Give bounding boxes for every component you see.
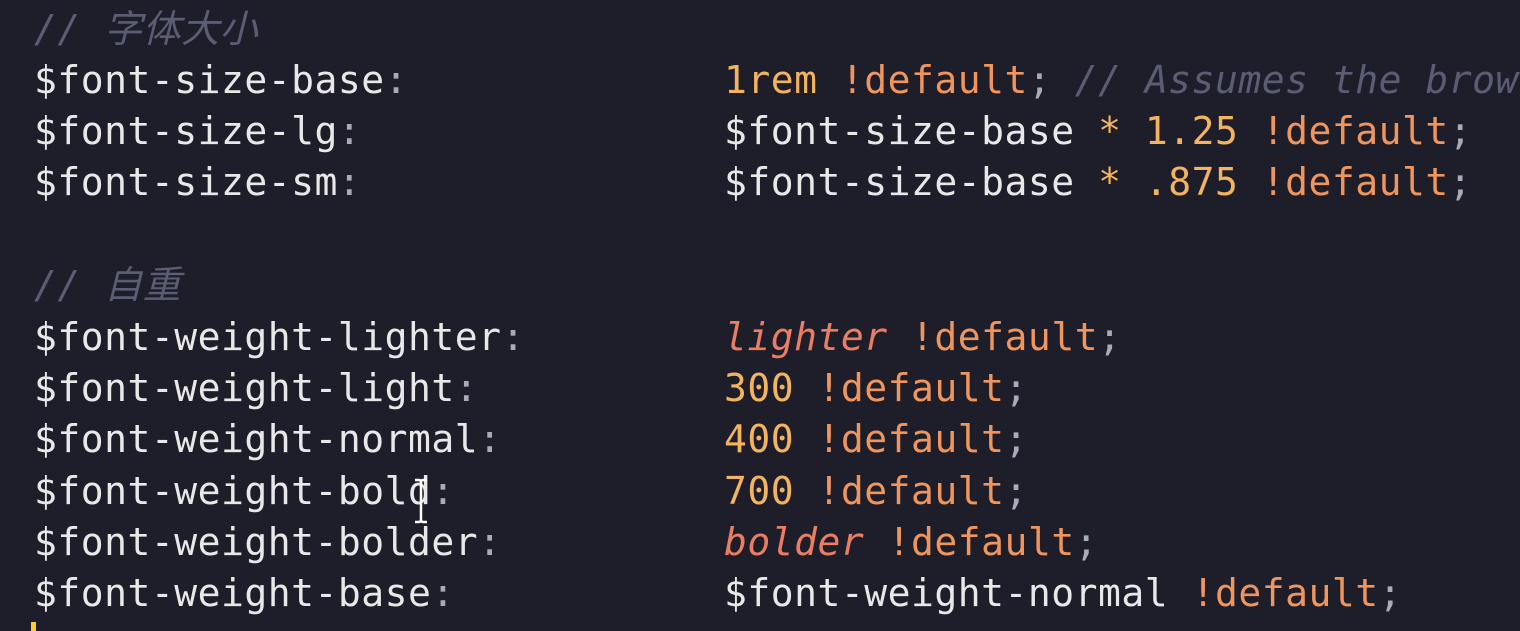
colon: : — [478, 520, 502, 564]
semicolon: ; — [1448, 109, 1473, 153]
variable-name: $font-weight-light — [34, 366, 455, 410]
number-value: 1rem — [724, 58, 818, 102]
variable-reference: $font-size-base — [724, 109, 1075, 153]
semicolon: ; — [1378, 571, 1402, 615]
colon: : — [478, 417, 502, 461]
number-value: 700 — [724, 469, 795, 513]
colon: : — [337, 160, 362, 204]
code-line-font-size-lg[interactable]: $font-size-lg: — [34, 106, 361, 157]
variable-reference: $font-weight-normal — [724, 571, 1169, 615]
code-line-font-size-base[interactable]: $font-size-base: — [34, 55, 408, 106]
keyword-value: lighter — [724, 315, 888, 359]
code-value-font-weight-base[interactable]: $font-weight-normal !default; — [724, 568, 1402, 619]
colon: : — [454, 366, 479, 410]
semicolon: ; — [1004, 366, 1028, 410]
code-editor[interactable]: // 字体大小 $font-size-base: 1rem !default; … — [0, 0, 1520, 631]
code-line-font-weight-lighter[interactable]: $font-weight-lighter: — [34, 312, 525, 363]
variable-name: $font-size-base — [34, 58, 385, 102]
code-value-font-size-sm[interactable]: $font-size-base * .875 !default; — [724, 157, 1472, 208]
code-line-font-weight-bolder[interactable]: $font-weight-bolder: — [34, 517, 502, 568]
default-flag: !default — [817, 366, 1005, 410]
colon: : — [384, 58, 409, 102]
inline-comment: // Assumes the brows — [1074, 58, 1520, 102]
default-flag: !default — [817, 469, 1005, 513]
comment-font-weight: // 自重 — [34, 263, 182, 307]
semicolon: ; — [1004, 469, 1028, 513]
code-line-font-size-sm[interactable]: $font-size-sm: — [34, 157, 361, 208]
variable-name: $font-weight-bolder — [34, 520, 479, 564]
semicolon: ; — [1098, 315, 1122, 359]
code-value-font-weight-bolder[interactable]: bolder !default; — [724, 517, 1098, 568]
default-flag: !default — [1261, 109, 1449, 153]
colon: : — [431, 571, 455, 615]
variable-name: $font-weight-lighter — [34, 315, 502, 359]
code-line-font-weight-normal[interactable]: $font-weight-normal: — [34, 414, 502, 465]
code-line-font-weight-light[interactable]: $font-weight-light: — [34, 363, 478, 414]
code-value-font-weight-lighter[interactable]: lighter !default; — [724, 312, 1121, 363]
code-value-font-weight-normal[interactable]: 400 !default; — [724, 414, 1028, 465]
text-cursor-icon — [415, 478, 427, 524]
variable-name: $font-weight-bold — [34, 469, 432, 513]
code-line-font-weight-base[interactable]: $font-weight-base: — [34, 568, 455, 619]
default-flag: !default — [1261, 160, 1449, 204]
colon: : — [501, 315, 525, 359]
default-flag: !default — [911, 315, 1099, 359]
code-value-font-size-base[interactable]: 1rem !default; // Assumes the brows — [724, 55, 1520, 106]
variable-name: $font-size-lg — [34, 109, 338, 153]
default-flag: !default — [887, 520, 1075, 564]
code-line-font-weight-bold[interactable]: $font-weight-bold: — [34, 466, 455, 517]
code-value-font-size-lg[interactable]: $font-size-base * 1.25 !default; — [724, 106, 1472, 157]
variable-name: $font-weight-normal — [34, 417, 479, 461]
semicolon: ; — [1004, 417, 1028, 461]
variable-reference: $font-size-base — [724, 160, 1075, 204]
comment-font-size: // 字体大小 — [34, 7, 259, 51]
default-flag: !default — [1191, 571, 1379, 615]
number-value: .875 — [1144, 160, 1239, 204]
colon: : — [337, 109, 362, 153]
number-value: 300 — [724, 366, 795, 410]
multiply-operator: * — [1098, 160, 1122, 204]
semicolon: ; — [1027, 58, 1052, 102]
variable-name: $font-weight-base — [34, 571, 432, 615]
multiply-operator: * — [1098, 109, 1122, 153]
number-value: 400 — [724, 417, 795, 461]
default-flag: !default — [840, 58, 1028, 102]
keyword-value: bolder — [724, 520, 865, 564]
semicolon: ; — [1448, 160, 1473, 204]
semicolon: ; — [1074, 520, 1099, 564]
code-value-font-weight-bold[interactable]: 700 !default; — [724, 466, 1028, 517]
number-value: 1.25 — [1144, 109, 1239, 153]
default-flag: !default — [817, 417, 1005, 461]
colon: : — [431, 469, 455, 513]
variable-name: $font-size-sm — [34, 160, 338, 204]
text-caret — [31, 622, 36, 631]
code-value-font-weight-light[interactable]: 300 !default; — [724, 363, 1028, 414]
